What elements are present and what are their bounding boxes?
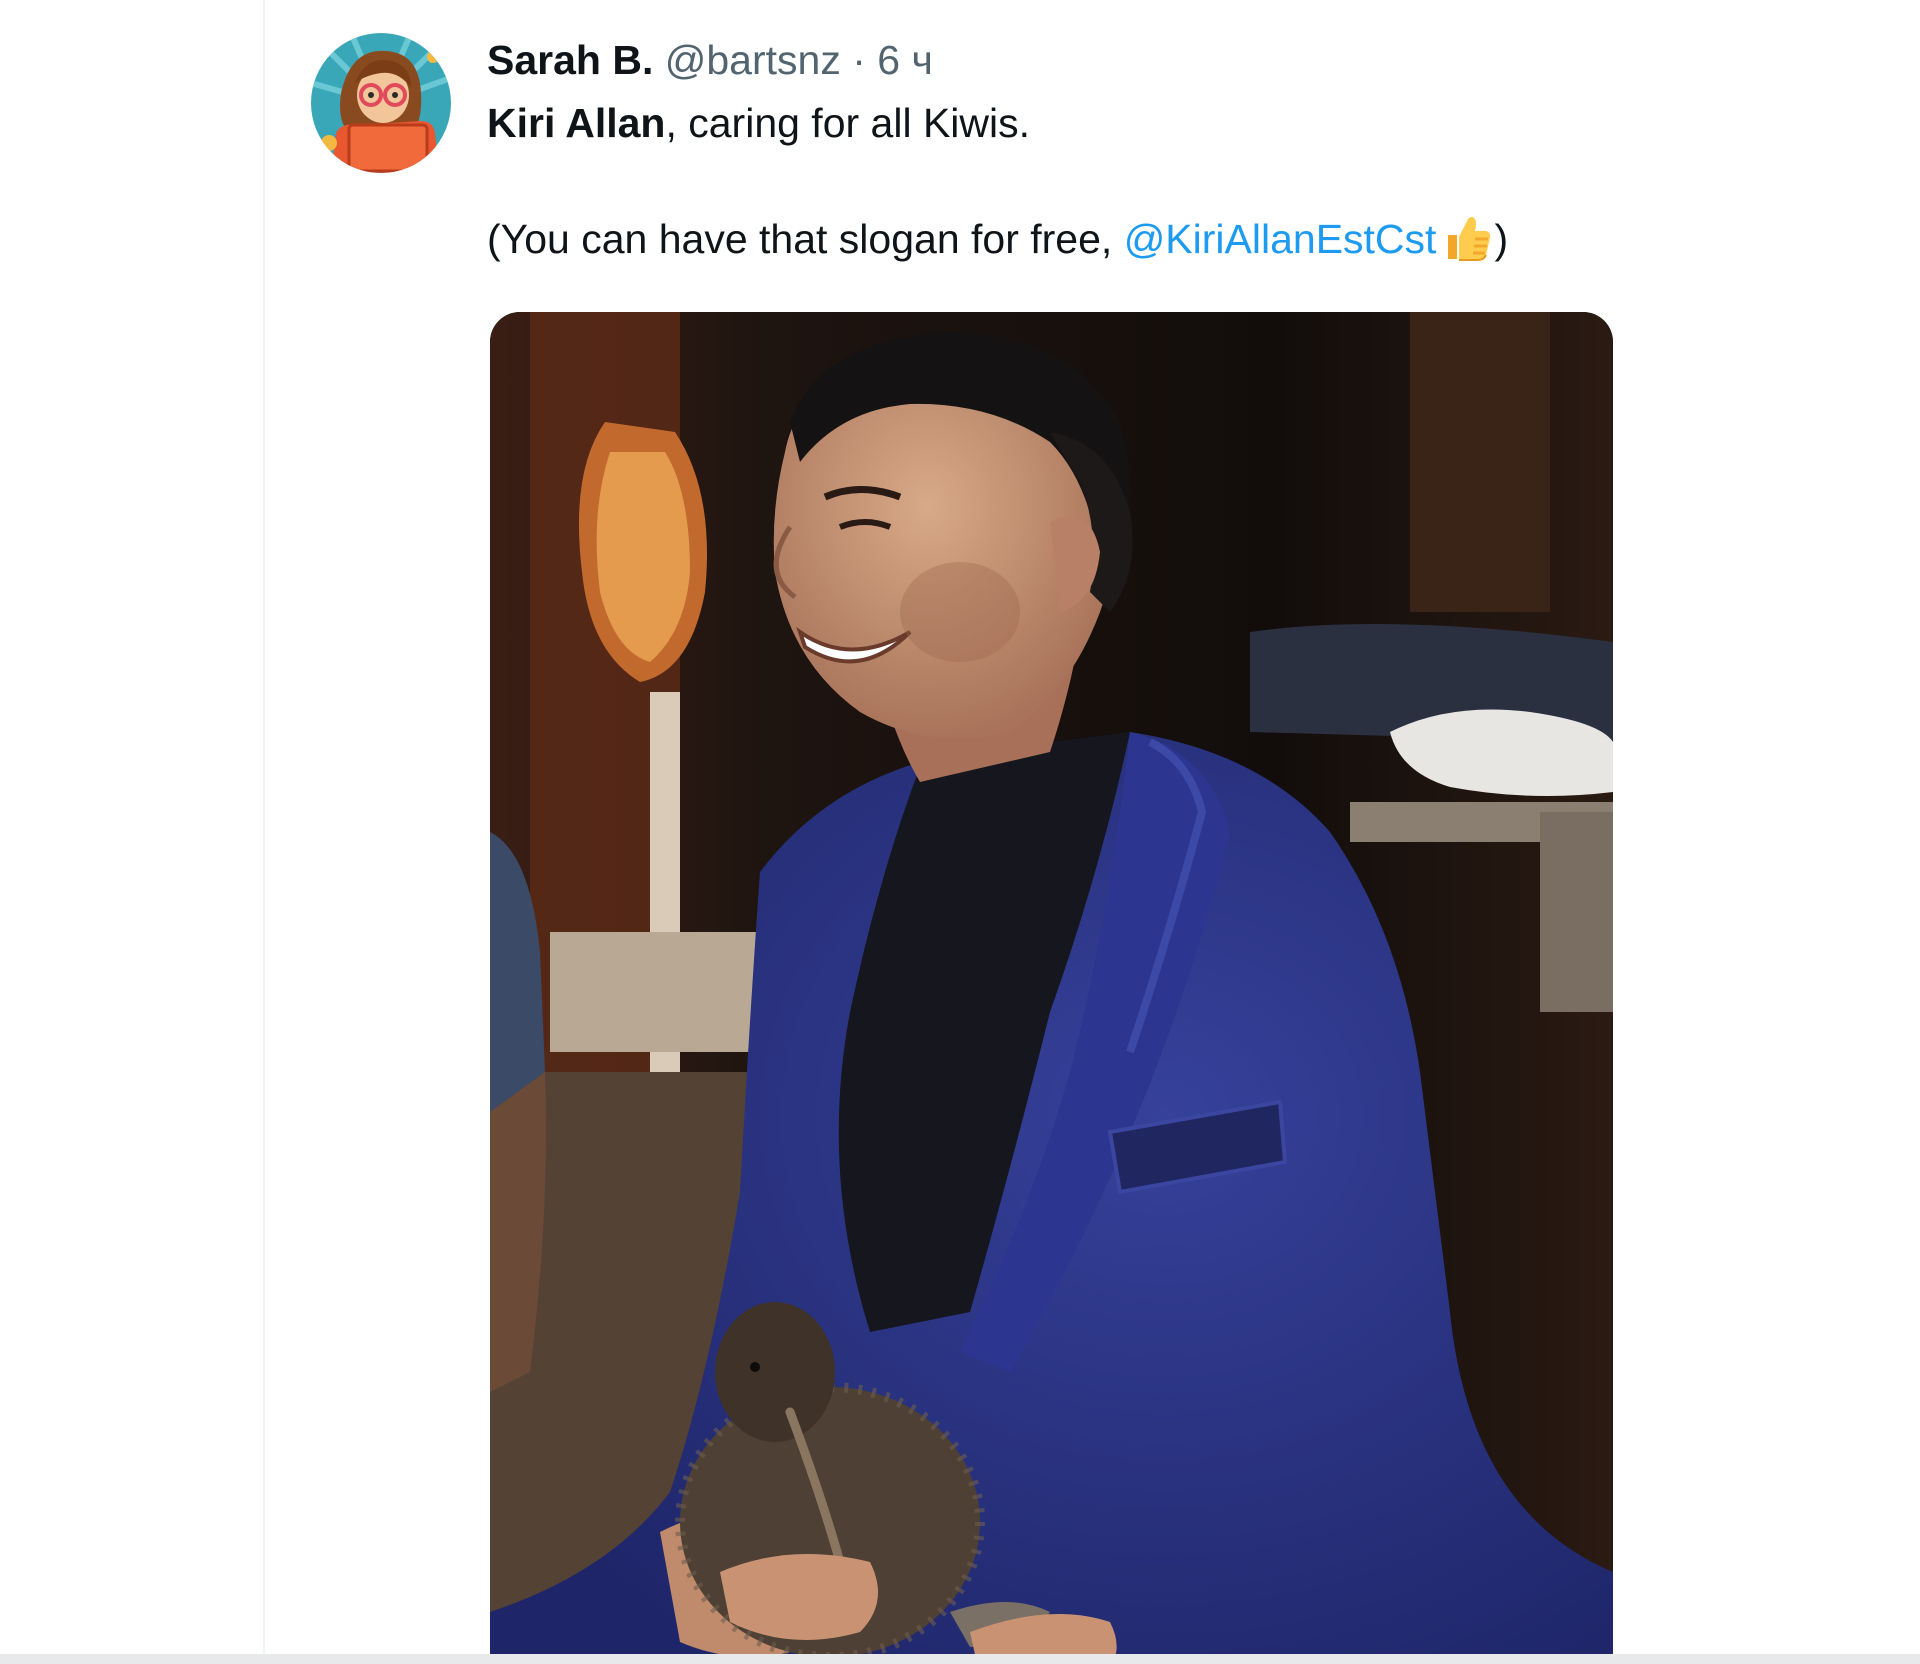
tweet-text-line-1: Kiri Allan, caring for all Kiwis. bbox=[487, 94, 1687, 152]
tweet-text-line2-suffix: ) bbox=[1494, 216, 1509, 262]
bottom-divider bbox=[0, 1654, 1920, 1664]
photo-kiri-allan-holding-kiwi-icon bbox=[490, 312, 1613, 1664]
tweet-text-bold-name: Kiri Allan bbox=[487, 100, 666, 146]
tweet-photo[interactable] bbox=[490, 312, 1613, 1664]
tweet-timestamp[interactable]: 6 ч bbox=[877, 37, 933, 83]
author-display-name[interactable]: Sarah B. bbox=[487, 37, 653, 83]
author-avatar[interactable] bbox=[311, 33, 451, 173]
tweet-text-line2-prefix: (You can have that slogan for free, bbox=[487, 216, 1124, 262]
tweet-text-line1-rest: , caring for all Kiwis. bbox=[665, 100, 1031, 146]
tweet-header: Sarah B. @bartsnz · 6 ч bbox=[487, 30, 1687, 90]
author-handle[interactable]: @bartsnz bbox=[665, 37, 841, 83]
avatar-illustration-icon bbox=[311, 33, 451, 173]
tweet-text-line-2: (You can have that slogan for free, @Kir… bbox=[487, 210, 1687, 268]
thumbs-up-emoji-icon bbox=[1442, 213, 1492, 263]
tweet[interactable]: Sarah B. @bartsnz · 6 ч Kiri Allan, cari… bbox=[265, 0, 1920, 1664]
header-separator: · bbox=[852, 37, 866, 83]
page: Sarah B. @bartsnz · 6 ч Kiri Allan, cari… bbox=[0, 0, 1920, 1664]
tweet-body: Sarah B. @bartsnz · 6 ч Kiri Allan, cari… bbox=[487, 30, 1687, 268]
mention-link[interactable]: @KiriAllanEstCst bbox=[1124, 216, 1437, 262]
